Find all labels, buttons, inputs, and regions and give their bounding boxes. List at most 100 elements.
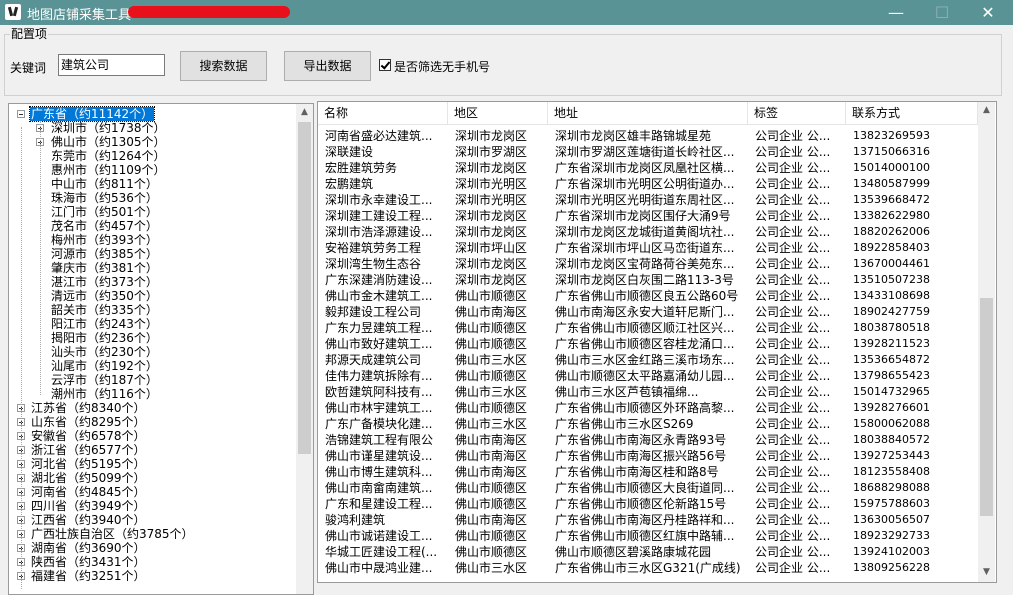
region-tree[interactable]: ▲ 广东省（约11142个） 深圳市（约1738个） 佛山市（约1305个） 东莞市（… bbox=[8, 103, 314, 595]
table-cell: 华城工匠建设工程(... bbox=[325, 545, 438, 559]
tree-node-province[interactable]: 安徽省（约6578个） bbox=[9, 429, 294, 443]
table-row[interactable]: 佛山市致好建筑工... 佛山市顺德区 广东省佛山市顺德区容桂龙涌口... 公司企业 公… bbox=[318, 336, 978, 352]
tree-node-city[interactable]: 云浮市（约187个） bbox=[9, 373, 294, 387]
table-cell: 公司企业 公... bbox=[755, 545, 831, 559]
tree-node-province[interactable]: 四川省（约3949个） bbox=[9, 499, 294, 513]
tree-node-city[interactable]: 珠海市（约536个） bbox=[9, 191, 294, 205]
scroll-up-icon[interactable]: ▲ bbox=[978, 102, 995, 119]
table-row[interactable]: 深圳市永幸建设工... 深圳市光明区 深圳市光明区光明街道东周社区... 公司企业 公… bbox=[318, 192, 978, 208]
tree-node-city[interactable]: 河源市（约385个） bbox=[9, 247, 294, 261]
table-row[interactable]: 安裕建筑劳务工程 深圳市坪山区 广东省深圳市坪山区马峦街道东... 公司企业 公...… bbox=[318, 240, 978, 256]
tree-node-city[interactable]: 深圳市（约1738个） bbox=[9, 121, 294, 135]
tree-node-province[interactable]: 湖北省（约5099个） bbox=[9, 471, 294, 485]
table-cell: 13670004461 bbox=[853, 257, 930, 270]
table-row[interactable]: 华城工匠建设工程(... 佛山市顺德区 佛山市顺德区碧溪路康城花园 公司企业 公...… bbox=[318, 544, 978, 560]
tree-node-province[interactable]: 河北省（约5195个） bbox=[9, 457, 294, 471]
table-cell: 13715066316 bbox=[853, 145, 930, 158]
table-row[interactable]: 佛山市中晟鸿业建... 佛山市三水区 广东省佛山市三水区G321(广成线) 公司企业 … bbox=[318, 560, 978, 576]
table-row[interactable]: 欧哲建筑阿科技有... 佛山市三水区 佛山市三水区芦苞镇福绵... 公司企业 公...… bbox=[318, 384, 978, 400]
table-cell: 广东省佛山市顺德区大良街道同... bbox=[555, 481, 735, 495]
tree-node-city[interactable]: 汕尾市（约192个） bbox=[9, 359, 294, 373]
tree-scroll-thumb[interactable] bbox=[298, 122, 311, 454]
tree-node-guangdong[interactable]: 广东省（约11142个） bbox=[9, 106, 294, 122]
table-row[interactable]: 佛山市南畲南建筑... 佛山市顺德区 广东省佛山市顺德区大良街道同... 公司企业 公… bbox=[318, 480, 978, 496]
title-bar: 地图店铺采集工具 — ☐ ✕ bbox=[0, 0, 1013, 25]
tree-node-province[interactable]: 陕西省（约3431个） bbox=[9, 555, 294, 569]
tree-node-city[interactable]: 潮州市（约116个） bbox=[9, 387, 294, 401]
column-header[interactable]: 名称 bbox=[318, 102, 448, 124]
tree-node-city[interactable]: 揭阳市（约236个） bbox=[9, 331, 294, 345]
tree-node-label: 四川省（约3949个） bbox=[31, 499, 146, 513]
table-row[interactable]: 河南省盛必达建筑... 深圳市龙岗区 深圳市龙岗区雄丰路锦城星苑 公司企业 公... 1… bbox=[318, 128, 978, 144]
table-row[interactable]: 广东力昱建筑工程... 佛山市顺德区 广东省佛山市顺德区顺江社区兴... 公司企业 公… bbox=[318, 320, 978, 336]
results-table[interactable]: 名称 地区 地址 标签 联系方式 河南省盛必达建筑... 深圳市龙岗区 深圳市龙岗区雄丰路锦… bbox=[317, 101, 997, 583]
close-button[interactable]: ✕ bbox=[965, 0, 1011, 25]
tree-node-province[interactable]: 山东省（约8295个） bbox=[9, 415, 294, 429]
table-row[interactable]: 佳伟力建筑拆除有... 佛山市顺德区 佛山市顺德区太平路嘉涌幼儿园... 公司企业 公… bbox=[318, 368, 978, 384]
tree-node-province[interactable]: 江西省（约3940个） bbox=[9, 513, 294, 527]
table-cell: 15014000100 bbox=[853, 161, 930, 174]
column-header[interactable]: 联系方式 bbox=[846, 102, 978, 124]
tree-node-province[interactable]: 河南省（约4845个） bbox=[9, 485, 294, 499]
tree-node-city[interactable]: 梅州市（约393个） bbox=[9, 233, 294, 247]
table-row[interactable]: 深联建设 深圳市罗湖区 深圳市罗湖区莲塘街道长岭社区... 公司企业 公... 1371… bbox=[318, 144, 978, 160]
table-cell: 18038780518 bbox=[853, 321, 930, 334]
scroll-down-icon[interactable]: ▼ bbox=[978, 564, 995, 581]
tree-node-city[interactable]: 中山市（约811个） bbox=[9, 177, 294, 191]
tree-node-province[interactable]: 浙江省（约6577个） bbox=[9, 443, 294, 457]
table-row[interactable]: 邦源天成建筑公司 佛山市三水区 佛山市三水区金红路三溪市场东... 公司企业 公...… bbox=[318, 352, 978, 368]
table-row[interactable]: 深圳建工建设工程... 深圳市龙岗区 广东省深圳市龙岗区围仔大涌9号 公司企业 公..… bbox=[318, 208, 978, 224]
app-icon bbox=[5, 4, 21, 20]
table-row[interactable]: 毅邦建设工程公司 佛山市南海区 佛山市南海区永安大道轩尼斯门... 公司企业 公...… bbox=[318, 304, 978, 320]
tree-node-city[interactable]: 湛江市（约373个） bbox=[9, 275, 294, 289]
table-row[interactable]: 广东深建消防建设... 深圳市龙岗区 深圳市龙岗区白灰围二路113-3号 公司企业 公… bbox=[318, 272, 978, 288]
column-header[interactable]: 地址 bbox=[548, 102, 748, 124]
tree-node-province[interactable]: 江苏省（约8340个） bbox=[9, 401, 294, 415]
tree-node-province[interactable]: 福建省（约3251个） bbox=[9, 569, 294, 583]
table-row[interactable]: 佛山市林宇建筑工... 佛山市顺德区 广东省佛山市顺德区外环路高黎... 公司企业 公… bbox=[318, 400, 978, 416]
tree-node-city[interactable]: 佛山市（约1305个） bbox=[9, 135, 294, 149]
tree-node-city[interactable]: 东莞市（约1264个） bbox=[9, 149, 294, 163]
table-scrollbar[interactable]: ▲ ▼ bbox=[978, 102, 995, 582]
table-row[interactable]: 深圳湾生物生态谷 深圳市龙岗区 深圳市龙岗区宝荷路荷谷美苑东... 公司企业 公...… bbox=[318, 256, 978, 272]
tree-node-city[interactable]: 茂名市（约457个） bbox=[9, 219, 294, 233]
table-row[interactable]: 骏鸿利建筑 佛山市南海区 广东省佛山市南海区丹桂路祥和... 公司企业 公... 136… bbox=[318, 512, 978, 528]
tree-node-province[interactable]: 湖南省（约3690个） bbox=[9, 541, 294, 555]
tree-node-city[interactable]: 汕头市（约230个） bbox=[9, 345, 294, 359]
search-data-button[interactable]: 搜索数据 bbox=[180, 51, 267, 81]
tree-node-city[interactable]: 韶关市（约335个） bbox=[9, 303, 294, 317]
tree-node-city[interactable]: 江门市（约501个） bbox=[9, 205, 294, 219]
export-data-button[interactable]: 导出数据 bbox=[284, 51, 371, 81]
table-row[interactable]: 宏鹏建筑 深圳市光明区 广东省深圳市光明区公明街道办... 公司企业 公... 1348… bbox=[318, 176, 978, 192]
column-header[interactable]: 地区 bbox=[448, 102, 548, 124]
table-row[interactable]: 佛山市博生建筑科... 佛山市南海区 广东省佛山市南海区桂和路8号 公司企业 公...… bbox=[318, 464, 978, 480]
table-row[interactable]: 广东广备模块化建... 佛山市三水区 广东省佛山市三水区S269 公司企业 公... 1… bbox=[318, 416, 978, 432]
filter-no-mobile-label[interactable]: 是否筛选无手机号 bbox=[394, 58, 490, 75]
minimize-button[interactable]: — bbox=[873, 0, 919, 25]
tree-node-city[interactable]: 肇庆市（约381个） bbox=[9, 261, 294, 275]
table-cell: 18923292733 bbox=[853, 529, 930, 542]
tree-node-city[interactable]: 阳江市（约243个） bbox=[9, 317, 294, 331]
table-row[interactable]: 宏胜建筑劳务 深圳市龙岗区 广东省深圳市龙岗区凤凰社区横... 公司企业 公... 15… bbox=[318, 160, 978, 176]
tree-node-city[interactable]: 清远市（约350个） bbox=[9, 289, 294, 303]
column-header[interactable]: 标签 bbox=[748, 102, 846, 124]
table-row[interactable]: 佛山市金木建筑工... 佛山市顺德区 广东省佛山市顺德区良五公路60号 公司企业 公.… bbox=[318, 288, 978, 304]
window-title: 地图店铺采集工具 bbox=[27, 8, 132, 23]
tree-node-city[interactable]: 惠州市（约1109个） bbox=[9, 163, 294, 177]
filter-no-mobile-checkbox[interactable] bbox=[379, 59, 391, 71]
table-scroll-thumb[interactable] bbox=[980, 298, 993, 516]
tree-scrollbar[interactable]: ▲ bbox=[296, 104, 313, 594]
table-row[interactable]: 广东和星建设工程... 佛山市顺德区 广东省佛山市顺德区伦新路15号 公司企业 公..… bbox=[318, 496, 978, 512]
table-cell: 佛山市顺德区碧溪路康城花园 bbox=[555, 545, 712, 559]
table-row[interactable]: 深圳市浩泽源建设... 深圳市龙岗区 深圳市龙岗区龙城街道黄阁坑社... 公司企业 公… bbox=[318, 224, 978, 240]
scroll-up-icon[interactable]: ▲ bbox=[296, 104, 313, 121]
table-cell: 佛山市谨星建筑设... bbox=[325, 449, 433, 463]
table-row[interactable]: 佛山市谨星建筑设... 佛山市南海区 广东省佛山市南海区振兴路56号 公司企业 公..… bbox=[318, 448, 978, 464]
collapse-icon[interactable] bbox=[17, 110, 25, 118]
table-row[interactable]: 佛山市诚诺建设工... 佛山市顺德区 广东省佛山市顺德区红旗中路辅... 公司企业 公… bbox=[318, 528, 978, 544]
maximize-button[interactable]: ☐ bbox=[919, 0, 965, 25]
keyword-input[interactable]: 建筑公司 bbox=[58, 54, 165, 76]
table-row[interactable]: 浩锦建筑工程有限公 佛山市南海区 广东省佛山市南海区永青路93号 公司企业 公... 1… bbox=[318, 432, 978, 448]
tree-node-province[interactable]: 广西壮族自治区（约3785个） bbox=[9, 527, 294, 541]
table-cell: 浩锦建筑工程有限公 bbox=[325, 433, 434, 447]
